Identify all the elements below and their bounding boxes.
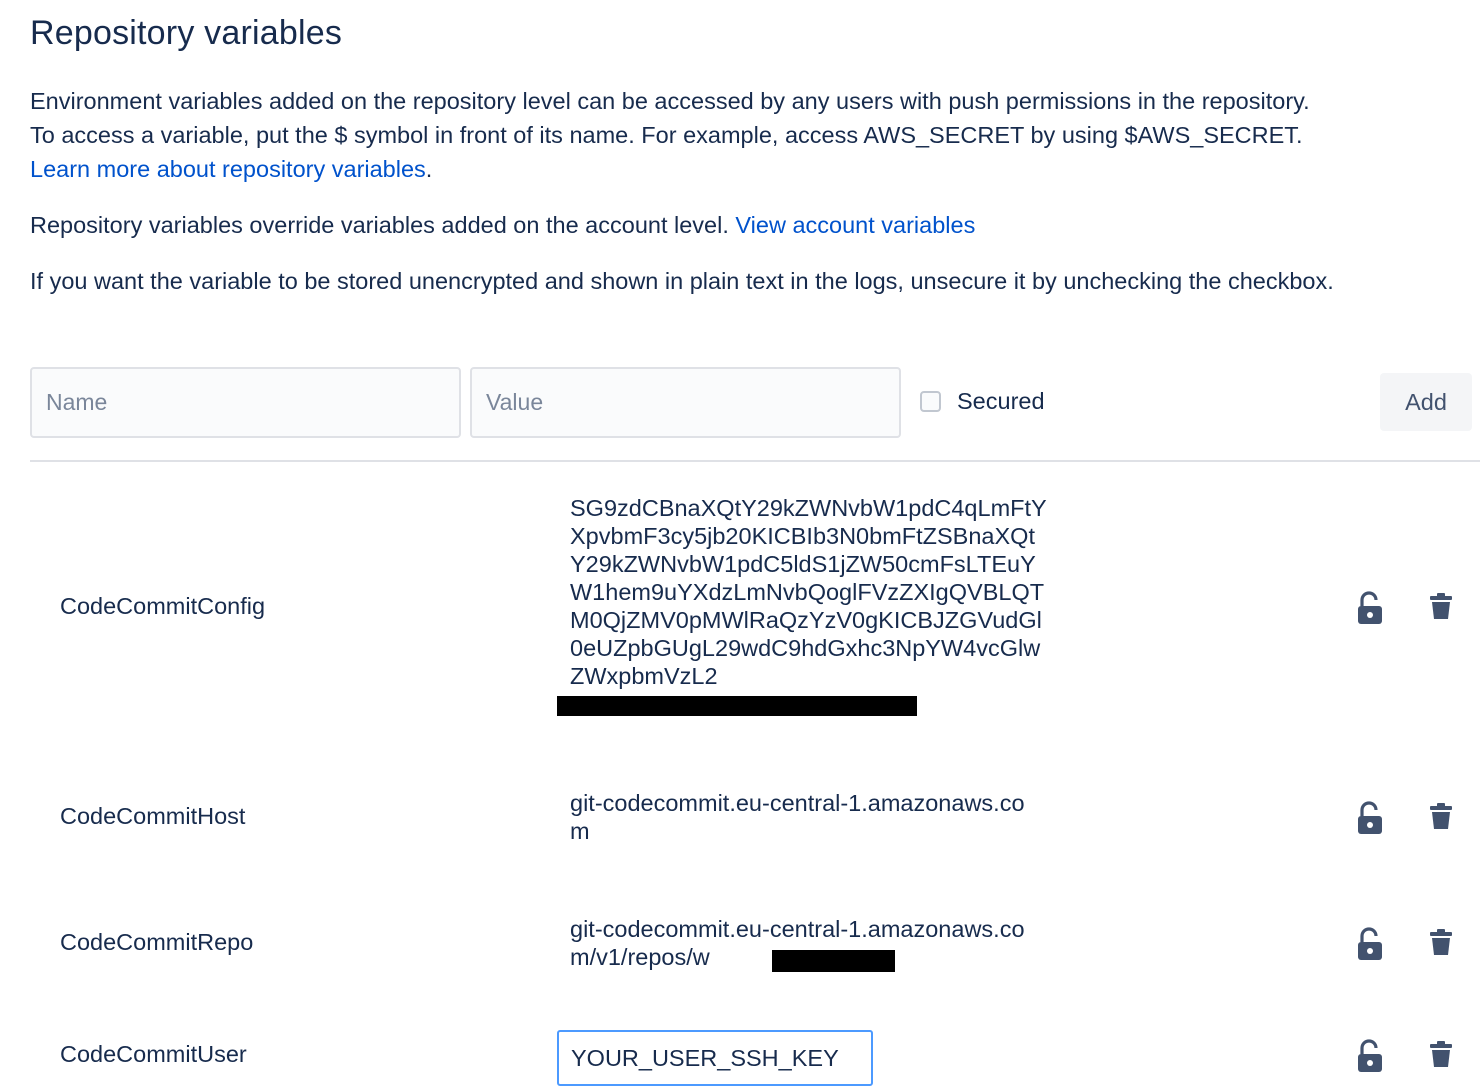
name-input[interactable] — [30, 367, 461, 438]
page-title: Repository variables — [30, 14, 343, 52]
override-text: Repository variables override variables … — [30, 208, 1470, 242]
intro-line-2: To access a variable, put the $ symbol i… — [30, 122, 1303, 148]
variable-value-input[interactable] — [557, 1030, 873, 1086]
trash-icon[interactable] — [1421, 586, 1461, 626]
variable-name: CodeCommitUser — [60, 1041, 247, 1067]
learn-more-link[interactable]: Learn more about repository variables — [30, 156, 426, 182]
override-description: Repository variables override variables … — [30, 212, 736, 238]
trash-icon[interactable] — [1421, 796, 1461, 836]
unlock-icon[interactable] — [1350, 798, 1390, 838]
secured-checkbox[interactable] — [920, 391, 941, 412]
redaction-bar — [557, 696, 917, 716]
value-input[interactable] — [470, 367, 901, 438]
intro-line-1: Environment variables added on the repos… — [30, 88, 1310, 114]
unlock-icon[interactable] — [1350, 924, 1390, 964]
learn-more-period: . — [425, 156, 433, 182]
divider — [30, 460, 1480, 462]
add-button[interactable]: Add — [1380, 373, 1472, 431]
repository-variables-page: Repository variables Environment variabl… — [0, 0, 1480, 1090]
secured-checkbox-group[interactable]: Secured — [920, 388, 1045, 415]
redaction-bar — [772, 950, 895, 972]
variable-name: CodeCommitHost — [60, 803, 246, 829]
unlock-icon[interactable] — [1350, 588, 1390, 628]
intro-text: Environment variables added on the repos… — [30, 84, 1470, 186]
view-account-variables-link[interactable]: View account variables — [735, 212, 975, 238]
learn-more-row: Learn more about repository variables. — [30, 152, 1470, 186]
unsecure-text: If you want the variable to be stored un… — [30, 268, 1334, 294]
variable-name: CodeCommitConfig — [60, 593, 266, 619]
trash-icon[interactable] — [1421, 1034, 1461, 1074]
variable-value: git-codecommit.eu-central-1.amazonaws.co… — [570, 790, 1025, 844]
secured-label: Secured — [957, 388, 1045, 414]
variable-name: CodeCommitRepo — [60, 929, 254, 955]
variable-value: SG9zdCBnaXQtY29kZWNvbW1pdC4qLmFtYXpvbmF3… — [570, 495, 1047, 689]
trash-icon[interactable] — [1421, 922, 1461, 962]
unlock-icon[interactable] — [1350, 1036, 1390, 1076]
